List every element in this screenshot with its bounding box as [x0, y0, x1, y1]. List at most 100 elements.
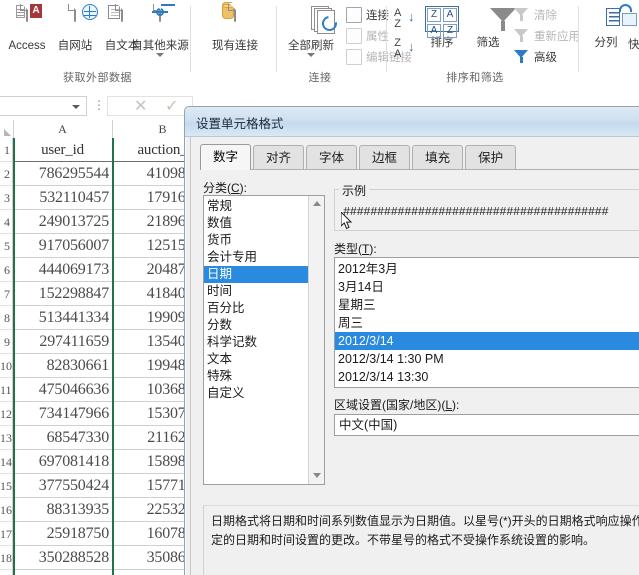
category-item[interactable]: 科学记数 [204, 334, 308, 351]
category-item[interactable]: 日期 [204, 266, 308, 283]
category-item[interactable]: 特殊 [204, 368, 308, 385]
table-cell[interactable]: 88313935 [13, 498, 113, 522]
tab-protection[interactable]: 保护 [465, 145, 517, 169]
category-scrollbar[interactable] [308, 196, 324, 484]
row-header[interactable]: 5 [0, 234, 13, 258]
row-header[interactable]: 9 [0, 330, 13, 354]
row-header[interactable]: 8 [0, 306, 13, 330]
connections-button[interactable]: 连接 [346, 7, 389, 23]
category-item[interactable]: 自定义 [204, 385, 308, 402]
cancel-icon[interactable]: ✕ [134, 98, 147, 116]
chevron-down-icon[interactable] [156, 53, 164, 57]
tab-number[interactable]: 数字 [200, 144, 252, 170]
tab-underline [200, 169, 639, 170]
tab-fill[interactable]: 填充 [412, 145, 464, 169]
table-cell[interactable]: 513441334 [13, 306, 113, 330]
table-cell[interactable]: 297411659 [13, 330, 113, 354]
flash-fill-button[interactable]: 快 [628, 36, 639, 52]
row-header[interactable]: 14 [0, 450, 13, 474]
table-cell[interactable]: 152298847 [13, 282, 113, 306]
table-cell[interactable]: 734147966 [13, 402, 113, 426]
category-item[interactable]: 分数 [204, 317, 308, 334]
clear-filter-button[interactable]: 清除 [514, 7, 557, 23]
row-header[interactable]: 13 [0, 426, 13, 450]
row-header[interactable]: 2 [0, 162, 13, 186]
from-other-sources-button[interactable]: 自其他来源 [125, 3, 195, 57]
type-item[interactable]: 周三 [335, 314, 639, 332]
row-header[interactable]: 11 [0, 378, 13, 402]
reapply-filter-button[interactable]: 重新应用 [514, 28, 580, 44]
column-header-a[interactable]: A [13, 120, 113, 138]
sort-button[interactable]: ZAAZ 排序 [420, 4, 464, 50]
name-box[interactable]: C2 [0, 96, 87, 116]
chevron-down-icon[interactable] [307, 53, 315, 57]
sort-ascending-button[interactable]: AZ ↓ [394, 8, 416, 30]
existing-connections-button[interactable]: 现有连接 [198, 2, 272, 53]
table-cell[interactable]: 377550424 [13, 474, 113, 498]
table-cell[interactable]: 786295544 [13, 162, 113, 186]
row-header[interactable]: 6 [0, 258, 13, 282]
category-item[interactable]: 时间 [204, 283, 308, 300]
confirm-icon[interactable]: ✓ [165, 98, 178, 116]
from-access-button[interactable]: A Access [3, 3, 51, 53]
row-header[interactable]: 7 [0, 282, 13, 306]
category-label: 分类(C): [203, 181, 248, 195]
type-item[interactable]: 2012/3/14 1:30 PM [335, 350, 639, 368]
table-cell[interactable]: 82830661 [13, 354, 113, 378]
table-cell[interactable]: 350288528 [13, 546, 113, 570]
category-listbox[interactable]: 常规 数值 货币 会计专用 日期 时间 百分比 分数 科学记数 文本 特殊 自定义 [203, 195, 325, 485]
row-header[interactable]: 18 [0, 546, 13, 570]
row-header[interactable]: 17 [0, 522, 13, 546]
type-listbox[interactable]: 2012年3月 3月14日 星期三 周三 2012/3/14 2012/3/14 1:30… [334, 257, 639, 388]
table-cell-empty[interactable] [13, 570, 113, 575]
category-item[interactable]: 百分比 [204, 300, 308, 317]
sort-descending-button[interactable]: ZA ↓ [394, 38, 416, 60]
row-header[interactable]: 19 [0, 570, 13, 575]
tab-font[interactable]: 字体 [306, 145, 358, 169]
row-header[interactable]: 4 [0, 210, 13, 234]
type-item[interactable]: 2012/3/14 13:30 [335, 368, 639, 386]
type-item[interactable]: 3月14日 [335, 278, 639, 296]
scroll-down-icon[interactable] [309, 468, 324, 484]
row-header[interactable]: 16 [0, 498, 13, 522]
existing-connections-icon [198, 2, 272, 38]
type-item[interactable]: 2012/3/14 [335, 332, 639, 350]
row-header[interactable]: 15 [0, 474, 13, 498]
table-cell[interactable]: 444069173 [13, 258, 113, 282]
sample-label: 示例 [339, 182, 370, 199]
table-cell[interactable]: 697081418 [13, 450, 113, 474]
row-header[interactable]: 10 [0, 354, 13, 378]
tab-alignment[interactable]: 对齐 [253, 145, 305, 169]
table-cell[interactable]: 475046636 [13, 378, 113, 402]
category-item[interactable]: 货币 [204, 232, 308, 249]
scroll-up-icon[interactable] [309, 196, 324, 212]
locale-combo[interactable]: 中文(中国) [334, 414, 639, 436]
table-header-cell[interactable]: user_id [13, 138, 113, 162]
select-all-corner[interactable] [0, 120, 14, 138]
category-item[interactable]: 数值 [204, 215, 308, 232]
category-item[interactable]: 会计专用 [204, 249, 308, 266]
category-item[interactable]: 文本 [204, 351, 308, 368]
properties-button[interactable]: 属性 [346, 28, 389, 44]
text-to-columns-button[interactable]: 分列 [586, 4, 637, 50]
category-item[interactable]: 常规 [204, 198, 308, 215]
chevron-down-icon[interactable] [72, 105, 80, 109]
formula-bar-input[interactable]: ✕ ✓ [107, 96, 193, 116]
ribbon-group-sort-filter: AZ ↓ ZA ↓ ZAAZ 排序 筛选 清除 重新应用 高级 排序和筛选 [390, 0, 580, 92]
row-header[interactable]: 12 [0, 402, 13, 426]
table-cell[interactable]: 25918750 [13, 522, 113, 546]
refresh-all-button[interactable]: 全部刷新 [280, 4, 342, 57]
dialog-title-bar[interactable]: 设置单元格格式 [185, 107, 639, 137]
from-web-button[interactable]: 自网站 [52, 3, 98, 53]
table-cell[interactable]: 917056007 [13, 234, 113, 258]
row-header[interactable]: 3 [0, 186, 13, 210]
advanced-filter-button[interactable]: 高级 [514, 49, 557, 65]
table-cell[interactable]: 249013725 [13, 210, 113, 234]
type-item[interactable]: 2012年3月 [335, 260, 639, 278]
tab-border[interactable]: 边框 [359, 145, 411, 169]
type-item[interactable]: 星期三 [335, 296, 639, 314]
table-cell[interactable]: 68547330 [13, 426, 113, 450]
filter-button[interactable]: 筛选 [466, 4, 510, 50]
table-cell[interactable]: 532110457 [13, 186, 113, 210]
row-header[interactable]: 1 [0, 138, 13, 162]
